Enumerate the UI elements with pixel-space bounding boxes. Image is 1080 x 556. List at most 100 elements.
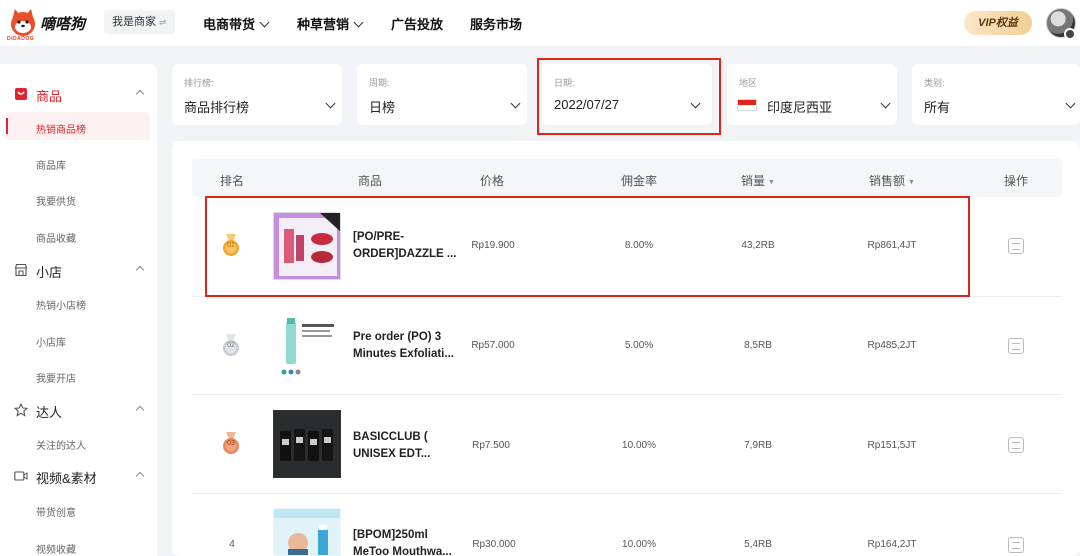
top-nav-bar: 嘀嗒狗 DIDADOG 我是商家 ⇌ 电商带货 种草营销 广告投放 服务市场 VI…: [0, 0, 1080, 46]
detail-action-icon[interactable]: [1008, 437, 1024, 453]
shopping-bag-icon: [15, 88, 27, 100]
chevron-up-icon[interactable]: [135, 471, 145, 481]
filter-period-select[interactable]: 周期: 日榜: [357, 64, 527, 125]
sidebar-item-open-store[interactable]: 我要开店: [36, 370, 76, 385]
filter-ranking-select[interactable]: 排行榜: 商品排行榜: [172, 64, 342, 125]
column-header-actions: 操作: [1003, 174, 1029, 188]
column-header-price: 价格: [479, 174, 505, 188]
row-divider: [192, 394, 1062, 395]
sales-cell: 43,2RB: [741, 240, 775, 251]
chevron-down-icon: [690, 98, 701, 109]
column-header-sales[interactable]: 销量 ▼: [741, 172, 775, 189]
commission-cell: 10.00%: [622, 440, 656, 451]
sidebar-group-label: 达人: [36, 405, 63, 420]
perfume-bottles-image-icon: [274, 411, 340, 477]
nav-service-market[interactable]: 服务市场: [470, 14, 522, 33]
row-divider: [192, 493, 1062, 494]
column-header-sales-label: 销量: [741, 174, 766, 188]
sidebar-group-products[interactable]: 商品: [0, 79, 157, 109]
role-switch-button[interactable]: 我是商家 ⇌: [104, 10, 175, 34]
chevron-down-icon: [880, 98, 891, 109]
filter-value: 商品排行榜: [184, 100, 250, 115]
product-thumbnail[interactable]: [273, 410, 341, 478]
row-divider: [192, 296, 1062, 297]
rank-number: 4: [229, 539, 235, 550]
detail-action-icon[interactable]: [1008, 338, 1024, 354]
product-name[interactable]: Pre order (PO) 3 Minutes Exfoliati...: [353, 329, 463, 363]
price-cell: Rp19.900: [471, 240, 515, 251]
nav-seeding-label: 种草营销: [297, 17, 350, 32]
sidebar-item-product-favorites[interactable]: 商品收藏: [36, 230, 76, 245]
chevron-down-icon: [353, 17, 364, 28]
chevron-up-icon[interactable]: [135, 89, 145, 99]
nav-advertising[interactable]: 广告投放: [391, 14, 443, 33]
product-thumbnail[interactable]: [273, 311, 341, 379]
sort-down-icon: ▼: [768, 179, 775, 186]
sidebar-group-label: 商品: [36, 89, 63, 104]
sales-cell: 8,5RB: [744, 340, 772, 351]
didadog-logo-icon[interactable]: [8, 8, 38, 38]
filter-label: 类别:: [924, 78, 945, 88]
sidebar-item-followed-influencers[interactable]: 关注的达人: [36, 437, 86, 452]
filter-label: 排行榜:: [184, 78, 214, 88]
sidebar: 商品 热销商品榜 商品库 我要供货 商品收藏 小店 热销小店榜 小店库 我要开店…: [0, 64, 157, 556]
product-thumbnail[interactable]: [273, 508, 341, 556]
sidebar-group-store[interactable]: 小店: [0, 255, 157, 285]
filter-category-select[interactable]: 类别: 所有: [912, 64, 1080, 125]
nav-advertising-label: 广告投放: [391, 17, 444, 32]
sidebar-group-influencers[interactable]: 达人: [0, 395, 157, 425]
mouthwash-image-icon: [274, 509, 340, 555]
nav-ecommerce-label: 电商带货: [203, 17, 256, 32]
chevron-down-icon: [259, 17, 270, 28]
filter-label: 日期:: [554, 78, 575, 88]
filter-value: 日榜: [369, 100, 396, 115]
product-name[interactable]: BASICCLUB ( UNISEX EDT...: [353, 429, 463, 463]
product-name[interactable]: [PO/PRE-ORDER]DAZZLE ...: [353, 229, 463, 263]
rank-number: 03: [227, 440, 235, 447]
filter-value: 印度尼西亚: [767, 100, 833, 115]
sales-cell: 7,9RB: [744, 440, 772, 451]
brand-name[interactable]: 嘀嗒狗: [40, 13, 85, 34]
filter-value: 2022/07/27: [554, 97, 620, 112]
column-header-revenue[interactable]: 销售额 ▼: [869, 172, 915, 189]
detail-action-icon[interactable]: [1008, 238, 1024, 254]
sidebar-item-product-library[interactable]: 商品库: [36, 157, 66, 172]
store-icon: [14, 263, 28, 277]
sidebar-item-supply[interactable]: 我要供货: [36, 193, 76, 208]
column-header-revenue-label: 销售额: [869, 174, 906, 188]
role-label: 我是商家: [112, 16, 156, 28]
revenue-cell: Rp861,4JT: [867, 240, 917, 251]
revenue-cell: Rp485,2JT: [867, 340, 917, 351]
sidebar-item-creative[interactable]: 带货创意: [36, 504, 76, 519]
price-cell: Rp7.500: [472, 440, 510, 451]
product-name[interactable]: [BPOM]250ml MeToo Mouthwa...: [353, 527, 463, 556]
avatar-badge-icon: [1064, 28, 1076, 40]
sidebar-item-hot-products[interactable]: 热销商品榜: [36, 121, 86, 136]
column-header-commission: 佣金率: [620, 174, 658, 188]
nav-seeding-marketing[interactable]: 种草营销: [297, 14, 364, 33]
sidebar-item-video-favorites[interactable]: 视频收藏: [36, 541, 76, 556]
filter-value: 所有: [924, 100, 951, 115]
commission-cell: 8.00%: [624, 240, 654, 251]
chevron-down-icon: [510, 98, 521, 109]
commission-cell: 10.00%: [622, 539, 656, 550]
detail-action-icon[interactable]: [1008, 537, 1024, 553]
sidebar-item-store-library[interactable]: 小店库: [36, 334, 66, 349]
star-icon: [14, 403, 28, 417]
filter-region-select[interactable]: 地区 印度尼西亚: [727, 64, 897, 125]
revenue-cell: Rp164,2JT: [867, 539, 917, 550]
indonesia-flag-icon: [737, 99, 757, 111]
sidebar-group-label: 视频&素材: [36, 471, 97, 486]
chevron-up-icon[interactable]: [135, 405, 145, 415]
nav-ecommerce[interactable]: 电商带货: [203, 14, 270, 33]
price-cell: Rp30.000: [472, 539, 516, 550]
chevron-up-icon[interactable]: [135, 265, 145, 275]
product-thumbnail[interactable]: [273, 212, 341, 280]
chevron-down-icon: [325, 98, 336, 109]
vip-benefits-button[interactable]: VIP权益: [964, 11, 1032, 35]
sidebar-group-label: 小店: [36, 265, 63, 280]
skincare-tube-image-icon: [281, 318, 334, 375]
sidebar-item-hot-stores[interactable]: 热销小店榜: [36, 297, 86, 312]
sidebar-group-video-materials[interactable]: 视频&素材: [0, 461, 157, 491]
filter-date-select[interactable]: 日期: 2022/07/27: [542, 64, 712, 125]
